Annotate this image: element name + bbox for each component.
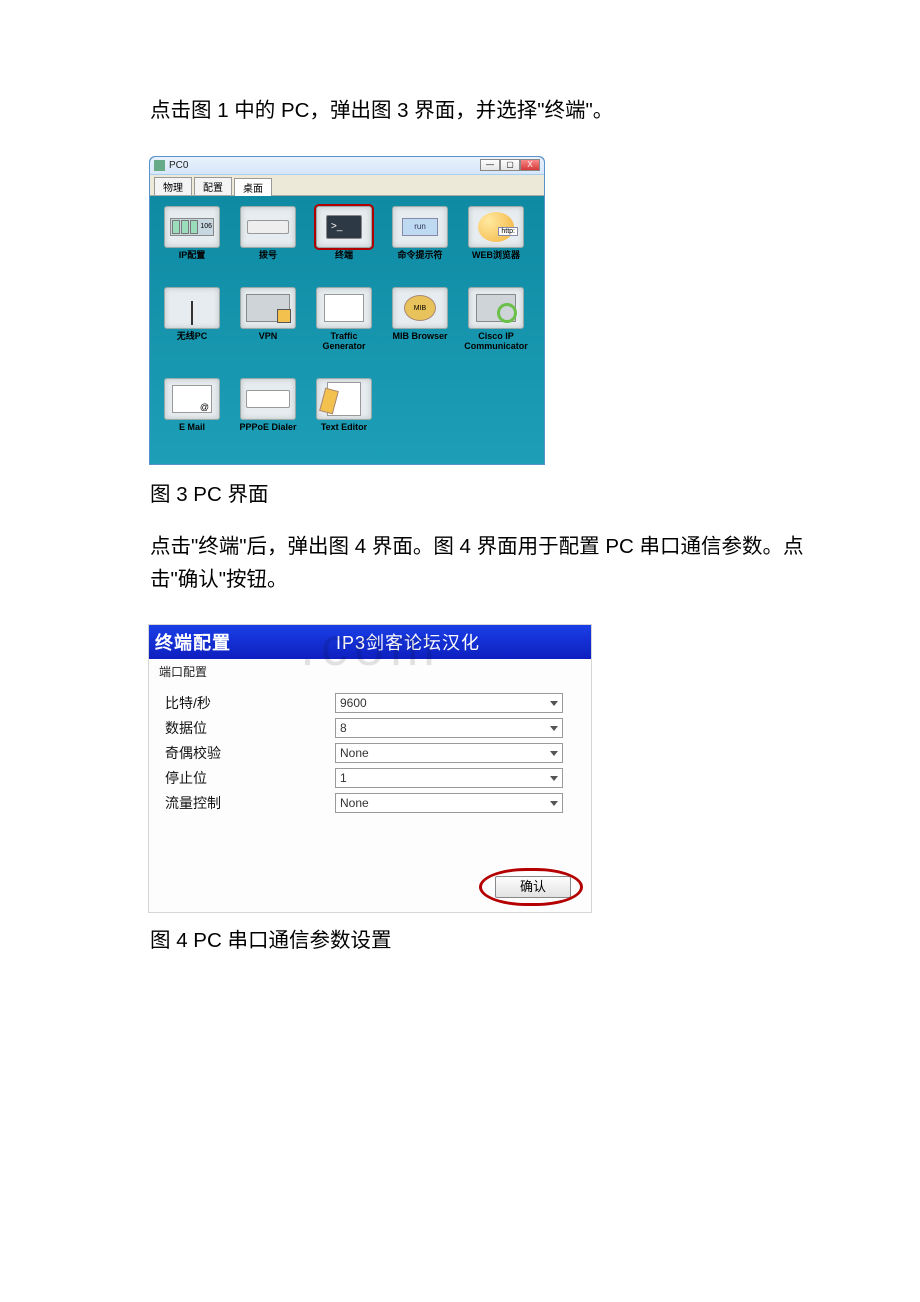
figure3-caption: 图 3 PC 界面	[150, 477, 820, 507]
chevron-down-icon	[550, 726, 558, 731]
stopbits-label: 停止位	[165, 768, 335, 788]
baud-label: 比特/秒	[165, 693, 335, 713]
texteditor-icon	[327, 382, 361, 416]
app-label: 无线PC	[177, 332, 208, 342]
terminal-config-header: 终端配置 IP3剑客论坛汉化	[149, 625, 591, 659]
paragraph-1: 点击图 1 中的 PC，弹出图 3 界面，并选择"终端"。	[150, 95, 820, 128]
app-text-editor[interactable]: Text Editor	[308, 378, 380, 453]
chevron-down-icon	[550, 776, 558, 781]
row-baud: 比特/秒 9600	[165, 693, 581, 713]
vpn-icon	[246, 294, 290, 322]
chevron-down-icon	[550, 801, 558, 806]
app-pppoe-dialer[interactable]: PPPoE Dialer	[232, 378, 304, 453]
titlebar[interactable]: PC0 — ▢ X	[150, 157, 544, 175]
tab-physical[interactable]: 物理	[154, 177, 192, 195]
app-vpn[interactable]: VPN	[232, 287, 304, 372]
window-title: PC0	[169, 160, 476, 171]
modem-icon	[247, 220, 289, 234]
email-icon	[172, 385, 212, 413]
pc0-window: PC0 — ▢ X 物理 配置 桌面 106 IP配置 拨号 >_ 终端	[149, 156, 545, 465]
app-cisco-ip-comm[interactable]: Cisco IP Communicator	[460, 287, 532, 372]
paragraph-2: 点击"终端"后，弹出图 4 界面。图 4 界面用于配置 PC 串口通信参数。点击…	[102, 531, 820, 597]
parity-select[interactable]: None	[335, 743, 563, 763]
pc-icon	[154, 160, 165, 171]
row-parity: 奇偶校验 None	[165, 743, 581, 763]
app-cmd[interactable]: run 命令提示符	[384, 206, 456, 281]
app-label: E Mail	[179, 423, 205, 433]
maximize-button[interactable]: ▢	[500, 159, 520, 171]
app-traffic-generator[interactable]: Traffic Generator	[308, 287, 380, 372]
config-rows: 比特/秒 9600 数据位 8 奇偶校验 None 停止位 1 流量控制 Non…	[149, 682, 591, 822]
minimize-button[interactable]: —	[480, 159, 500, 171]
app-label: Text Editor	[321, 423, 367, 433]
ip-config-icon: 106	[170, 218, 214, 236]
cmd-icon: run	[402, 218, 438, 236]
row-stopbits: 停止位 1	[165, 768, 581, 788]
terminal-icon: >_	[326, 215, 362, 239]
app-label: Cisco IP Communicator	[464, 332, 528, 352]
tab-bar: 物理 配置 桌面	[150, 175, 544, 196]
tab-config[interactable]: 配置	[194, 177, 232, 195]
databits-select[interactable]: 8	[335, 718, 563, 738]
pppoe-icon	[246, 390, 290, 408]
app-label: 终端	[335, 251, 353, 261]
traffic-icon	[324, 294, 364, 322]
chevron-down-icon	[550, 751, 558, 756]
app-label: VPN	[259, 332, 278, 342]
close-button[interactable]: X	[520, 159, 540, 171]
terminal-config-title: 终端配置	[155, 629, 231, 655]
terminal-config-subtitle: IP3剑客论坛汉化	[231, 629, 585, 655]
app-label: 拨号	[259, 251, 277, 261]
browser-icon	[478, 212, 514, 242]
flowcontrol-label: 流量控制	[165, 793, 335, 813]
figure4-caption: 图 4 PC 串口通信参数设置	[150, 923, 820, 953]
terminal-config-panel: 终端配置 IP3剑客论坛汉化 端口配置 比特/秒 9600 数据位 8 奇偶校验…	[148, 624, 592, 913]
app-wireless-pc[interactable]: 无线PC	[156, 287, 228, 372]
row-flowcontrol: 流量控制 None	[165, 793, 581, 813]
app-ip-config[interactable]: 106 IP配置	[156, 206, 228, 281]
row-databits: 数据位 8	[165, 718, 581, 738]
tab-desktop[interactable]: 桌面	[234, 178, 272, 196]
app-mib-browser[interactable]: MIB MIB Browser	[384, 287, 456, 372]
app-email[interactable]: E Mail	[156, 378, 228, 453]
ok-button[interactable]: 确认	[495, 876, 571, 898]
app-label: Traffic Generator	[322, 332, 365, 352]
app-label: 命令提示符	[397, 251, 442, 261]
flowcontrol-select[interactable]: None	[335, 793, 563, 813]
app-web[interactable]: WEB浏览器	[460, 206, 532, 281]
antenna-icon	[180, 291, 204, 325]
parity-label: 奇偶校验	[165, 743, 335, 763]
app-label: WEB浏览器	[472, 251, 520, 261]
desktop-area: 106 IP配置 拨号 >_ 终端 run 命令提示符 WEB浏览器 无线PC	[150, 196, 544, 464]
chevron-down-icon	[550, 701, 558, 706]
mib-icon: MIB	[404, 295, 436, 321]
port-config-group-label: 端口配置	[149, 659, 591, 682]
app-label: PPPoE Dialer	[239, 423, 296, 433]
app-label: IP配置	[179, 251, 206, 261]
stopbits-select[interactable]: 1	[335, 768, 563, 788]
terminal-circled: >_	[316, 206, 372, 248]
cisco-ip-icon	[476, 294, 516, 322]
app-dial[interactable]: 拨号	[232, 206, 304, 281]
app-label: MIB Browser	[392, 332, 447, 342]
baud-select[interactable]: 9600	[335, 693, 563, 713]
app-terminal[interactable]: >_ 终端	[308, 206, 380, 281]
databits-label: 数据位	[165, 718, 335, 738]
